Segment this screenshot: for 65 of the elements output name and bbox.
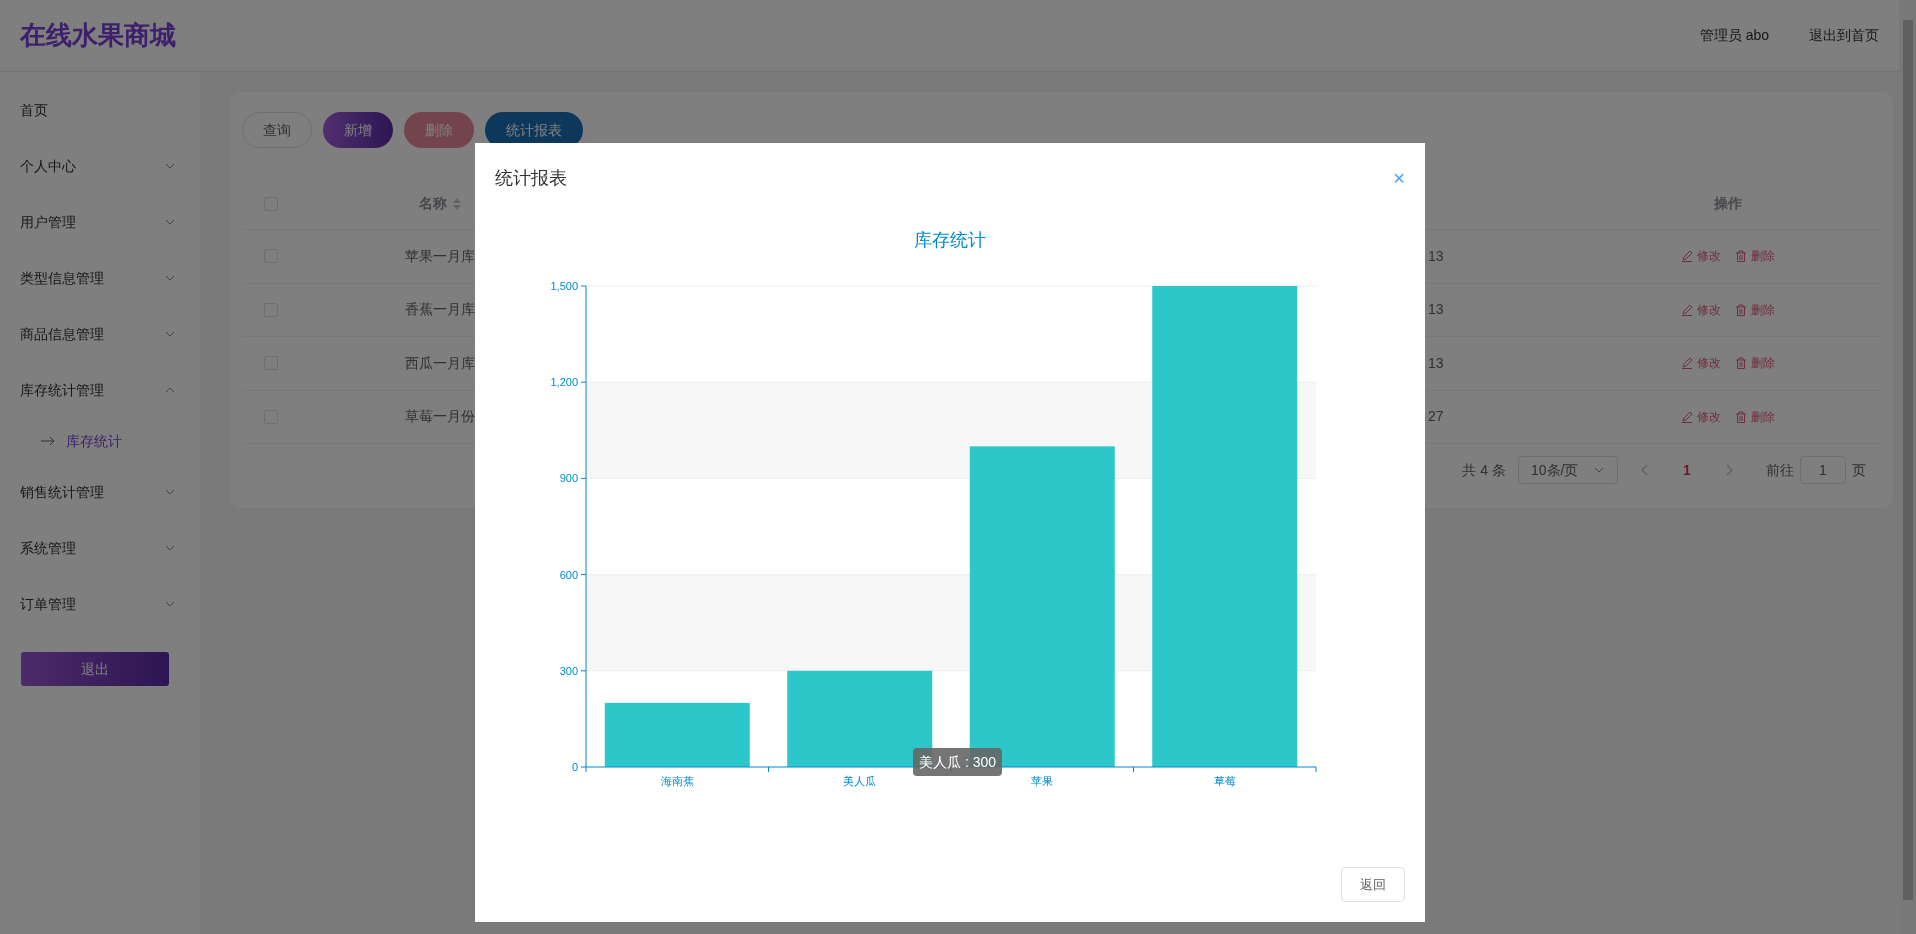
- y-axis-label: 1,200: [550, 376, 578, 389]
- goto-label: 前往: [1766, 460, 1794, 480]
- page-number[interactable]: 1: [1672, 459, 1702, 481]
- x-axis-label: 苹果: [1031, 775, 1054, 787]
- delete-link[interactable]: 删除: [1735, 407, 1775, 426]
- toolbar-button[interactable]: 查询: [242, 112, 312, 148]
- delete-link[interactable]: 删除: [1735, 247, 1775, 266]
- chart-tooltip: 美人瓜 : 300: [913, 748, 1003, 776]
- exit-to-home-link[interactable]: 退出到首页: [1809, 25, 1879, 46]
- x-axis-label: 草莓: [1213, 775, 1236, 787]
- pencil-icon: [1681, 410, 1693, 423]
- dialog-title: 统计报表: [495, 166, 567, 190]
- edit-link[interactable]: 修改: [1681, 354, 1721, 373]
- menu-item[interactable]: 用户管理: [0, 194, 200, 250]
- table-cell: 27: [1428, 408, 1444, 425]
- menu-item[interactable]: 销售统计管理: [0, 464, 200, 520]
- menu-item[interactable]: 系统管理: [0, 520, 200, 576]
- table-cell-text: 香蕉一月库: [405, 300, 475, 320]
- table-cell-text: 西瓜一月库: [405, 353, 475, 373]
- edit-link[interactable]: 修改: [1681, 247, 1721, 266]
- delete-link[interactable]: 删除: [1735, 354, 1775, 373]
- page-input[interactable]: 1: [1800, 456, 1846, 484]
- trash-icon: [1735, 250, 1747, 263]
- trash-icon: [1735, 357, 1747, 370]
- y-axis-label: 1,500: [550, 280, 578, 292]
- table-cell-text: 苹果一月库: [405, 246, 475, 266]
- menu-item[interactable]: 库存统计管理: [0, 362, 200, 418]
- y-axis-label: 300: [559, 664, 578, 677]
- toolbar-button[interactable]: 新增: [323, 112, 393, 148]
- y-axis-label: 600: [559, 568, 578, 581]
- trash-icon: [1735, 303, 1747, 316]
- table-cell: 13: [1428, 301, 1444, 318]
- delete-link[interactable]: 删除: [1735, 300, 1775, 319]
- edit-link[interactable]: 修改: [1681, 407, 1721, 426]
- trash-icon: [1735, 410, 1747, 423]
- menu-item[interactable]: 商品信息管理: [0, 306, 200, 362]
- chart-title: 库存统计: [914, 230, 986, 250]
- page-unit: 页: [1852, 460, 1866, 480]
- admin-label: 管理员 abo: [1699, 26, 1769, 45]
- table-cell: 13: [1428, 247, 1444, 264]
- pencil-icon: [1681, 250, 1693, 263]
- menu-item[interactable]: 类型信息管理: [0, 250, 200, 306]
- site-title: 在线水果商城: [20, 19, 176, 52]
- arrow-right-icon: [40, 436, 56, 446]
- pencil-icon: [1681, 357, 1693, 370]
- close-button[interactable]: ×: [1393, 168, 1405, 188]
- y-axis-label: 900: [559, 472, 578, 485]
- back-button[interactable]: 返回: [1341, 867, 1405, 902]
- table-cell: 13: [1428, 354, 1444, 371]
- chevron-right-icon: [1725, 464, 1733, 476]
- total-count: 共 4 条: [1462, 460, 1506, 480]
- chevron-left-icon: [1641, 464, 1649, 476]
- y-axis-label: 0: [571, 761, 578, 773]
- menu-item[interactable]: 首页: [0, 82, 200, 138]
- x-axis-label: 美人瓜: [843, 775, 877, 787]
- submenu-item[interactable]: 库存统计: [0, 418, 200, 464]
- pencil-icon: [1681, 303, 1693, 316]
- menu-item[interactable]: 订单管理: [0, 576, 200, 632]
- edit-link[interactable]: 修改: [1681, 300, 1721, 319]
- sort-icon[interactable]: [453, 197, 461, 210]
- menu-item[interactable]: 个人中心: [0, 138, 200, 194]
- logout-button[interactable]: 退出: [21, 652, 169, 686]
- table-cell-text: 草莓一月份: [405, 407, 475, 427]
- x-axis-label: 海南蕉: [660, 775, 694, 787]
- page-size-select[interactable]: 10条/页: [1518, 456, 1618, 484]
